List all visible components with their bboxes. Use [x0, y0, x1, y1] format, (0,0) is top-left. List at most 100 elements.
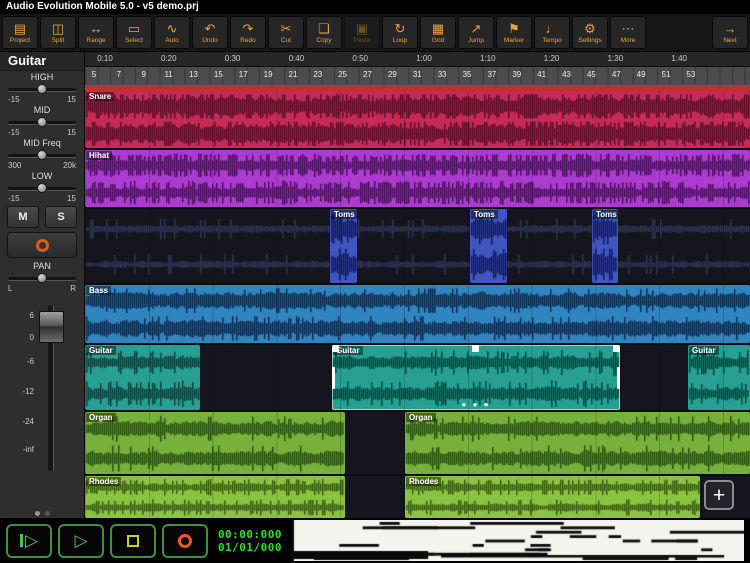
track-lane-hihat[interactable]: Hihat: [85, 150, 750, 207]
track-lane-snare[interactable]: Snare: [85, 91, 750, 148]
toolbar-button-cut[interactable]: ✂Cut: [268, 16, 304, 49]
slider-knob[interactable]: [37, 117, 47, 127]
waveform: [85, 150, 750, 207]
toolbar-button-select[interactable]: ▭Select: [116, 16, 152, 49]
waveform: [85, 476, 345, 518]
toolbar-button-redo[interactable]: ↷Redo: [230, 16, 266, 49]
bar-number: 33: [438, 70, 447, 79]
track-lane-toms[interactable]: Toms Toms Toms: [85, 209, 750, 283]
time-position: 00:00:000: [214, 528, 286, 541]
play-button[interactable]: ▷: [58, 524, 104, 558]
toolbar-button-label: Jump: [468, 37, 484, 44]
toolbar-button-undo[interactable]: ↶Undo: [192, 16, 228, 49]
stop-button[interactable]: [110, 524, 156, 558]
toolbar-button-range[interactable]: ↔Range: [78, 16, 114, 49]
toolbar-button-settings[interactable]: ⚙Settings: [572, 16, 608, 49]
toolbar-button-auto[interactable]: ∿Auto: [154, 16, 190, 49]
toolbar-button-paste[interactable]: ▣Paste: [344, 16, 380, 49]
track-lane-rhodes[interactable]: Rhodes Rhodes: [85, 476, 750, 518]
eq-max-label: 20k: [63, 161, 76, 171]
track-lane-bass[interactable]: Bass: [85, 285, 750, 343]
toolbar-button-copy[interactable]: ❏Copy: [306, 16, 342, 49]
waveform: [405, 412, 750, 474]
eq-max-label: 15: [67, 128, 76, 138]
time-display[interactable]: 00:00:000 01/01/000: [214, 528, 286, 554]
selection-handle[interactable]: [613, 345, 620, 352]
clip-toms-1[interactable]: Toms: [330, 209, 357, 283]
time-label: 1:10: [480, 54, 496, 63]
clip-rhodes-2[interactable]: Rhodes: [405, 476, 700, 518]
selection-handle[interactable]: [472, 345, 479, 352]
eq-mid-freq-slider[interactable]: [8, 149, 76, 161]
clip-bass-1[interactable]: Bass: [85, 285, 750, 343]
toolbar-button-grid[interactable]: ▦Grid: [420, 16, 456, 49]
eq-low-slider[interactable]: [8, 182, 76, 194]
bar-number: 41: [537, 70, 546, 79]
clip-guitar-1[interactable]: Guitar: [85, 345, 200, 410]
bar-number: 35: [463, 70, 472, 79]
clip-guitar-2[interactable]: Guitar● ● ●: [332, 345, 620, 410]
toolbar-button-marker[interactable]: ⚑Marker: [496, 16, 532, 49]
bar-number: 29: [388, 70, 397, 79]
clip-snare-1[interactable]: Snare: [85, 91, 750, 148]
track-lane-guitar[interactable]: Guitar Guitar● ● ● Guitar: [85, 345, 750, 410]
fader-tick-label: -24: [6, 417, 34, 426]
volume-fader[interactable]: 60-6-12-24-inf: [0, 297, 84, 503]
selection-handle[interactable]: [617, 367, 620, 389]
record-arm-icon: [36, 239, 49, 252]
track-lane-organ[interactable]: Organ Organ: [85, 412, 750, 474]
eq-min-label: -15: [8, 95, 20, 105]
clip-organ-1[interactable]: Organ: [85, 412, 345, 474]
bar-number: 11: [164, 70, 172, 79]
toolbar-button-label: Auto: [165, 37, 178, 44]
arm-record-button[interactable]: [7, 232, 77, 258]
slider-knob[interactable]: [37, 84, 47, 94]
slider-knob[interactable]: [37, 183, 47, 193]
selection-handle[interactable]: [332, 345, 339, 352]
metronome-icon: ♩: [546, 21, 559, 36]
play-from-start-button[interactable]: ▷: [6, 524, 52, 558]
time-label: 0:40: [289, 54, 305, 63]
toolbar-button-label: Split: [52, 37, 65, 44]
toolbar-button-tempo[interactable]: ♩Tempo: [534, 16, 570, 49]
toolbar-button-next[interactable]: → Next: [712, 16, 748, 49]
clip-toms-3[interactable]: Toms: [592, 209, 618, 283]
toolbar-button-project[interactable]: ▤Project: [2, 16, 38, 49]
page-dot: [45, 511, 50, 516]
toolbar-button-split[interactable]: ◫Split: [40, 16, 76, 49]
selection-handle[interactable]: [332, 367, 335, 389]
add-track-button[interactable]: +: [704, 480, 734, 510]
clip-label: Organ: [86, 413, 116, 422]
clip-options-dots[interactable]: ● ● ●: [462, 400, 491, 409]
clip-label: Toms: [471, 210, 498, 219]
toolbar-button-jump[interactable]: ↗Jump: [458, 16, 494, 49]
split-icon: ◫: [52, 21, 64, 36]
toolbar-button-loop[interactable]: ↻Loop: [382, 16, 418, 49]
toolbar-button-label: Marker: [504, 37, 524, 44]
timeline-ruler[interactable]: 0:100:200:300:400:501:001:101:201:301:40…: [85, 52, 750, 91]
fader-handle[interactable]: [39, 311, 64, 343]
eq-high-slider[interactable]: [8, 83, 76, 95]
transport-bar: ▷ ▷ 00:00:000 01/01/000: [0, 518, 750, 563]
fader-tick-label: -12: [6, 387, 34, 396]
slider-knob[interactable]: [37, 150, 47, 160]
clip-hihat-1[interactable]: Hihat: [85, 150, 750, 207]
mute-button[interactable]: M: [7, 206, 39, 228]
clip-label: Organ: [406, 413, 436, 422]
solo-button[interactable]: S: [45, 206, 77, 228]
slider-knob[interactable]: [37, 273, 47, 283]
toolbar-button-more[interactable]: ⋯More: [610, 16, 646, 49]
eq-mid-slider[interactable]: [8, 116, 76, 128]
clip-rhodes-1[interactable]: Rhodes: [85, 476, 345, 518]
app-window: Audio Evolution Mobile 5.0 - v5 demo.prj…: [0, 0, 750, 563]
clip-organ-2[interactable]: Organ: [405, 412, 750, 474]
clip-toms-2[interactable]: Toms: [470, 209, 507, 283]
record-button[interactable]: [162, 524, 208, 558]
page-dot: [35, 511, 40, 516]
pan-slider[interactable]: [8, 272, 76, 284]
strip-page-dots[interactable]: [0, 511, 84, 516]
clip-guitar-3[interactable]: Guitar: [688, 345, 750, 410]
toolbar-button-label: Loop: [393, 37, 407, 44]
song-overview[interactable]: [292, 520, 744, 561]
toolbar-button-label: Copy: [316, 37, 331, 44]
